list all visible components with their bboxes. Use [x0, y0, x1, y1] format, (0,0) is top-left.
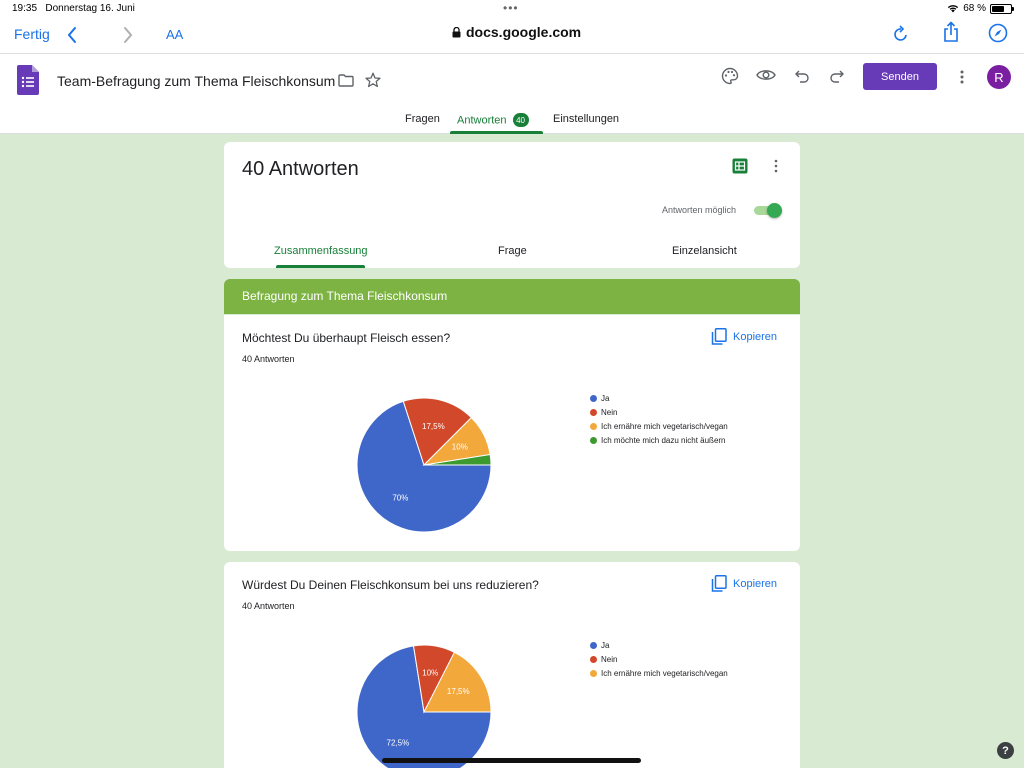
copy-icon — [711, 328, 727, 345]
copy-label: Kopieren — [733, 330, 778, 343]
tab-responses[interactable]: Antworten 40 — [457, 113, 529, 127]
star-icon[interactable] — [365, 72, 381, 88]
tab-questions[interactable]: Fragen — [405, 113, 440, 125]
tab-responses-label: Antworten — [457, 114, 507, 127]
active-subtab-indicator — [276, 265, 365, 268]
legend-label: Ja — [601, 393, 610, 403]
responses-summary-card: 40 Antworten Antworten möglich Zusammenf… — [224, 142, 800, 268]
share-icon[interactable] — [942, 21, 960, 43]
section-header: Befragung zum Thema Fleischkonsum — [224, 279, 800, 314]
lock-icon — [452, 26, 461, 37]
legend-item: Nein — [590, 405, 728, 419]
multitasking-dots-icon[interactable]: ••• — [503, 1, 519, 15]
redo-icon[interactable] — [829, 69, 845, 83]
accepting-responses-toggle[interactable] — [754, 203, 782, 218]
slice-label: 70% — [392, 494, 408, 503]
response-count: 40 Antworten — [242, 354, 295, 364]
slice-label: 10% — [422, 668, 438, 677]
tab-question[interactable]: Frage — [498, 245, 527, 257]
slice-label: 17,5% — [422, 422, 445, 431]
legend-swatch — [590, 669, 597, 677]
legend-item: Ja — [590, 391, 728, 405]
copy-icon — [711, 575, 727, 592]
legend-label: Nein — [601, 654, 618, 664]
question-card: Möchtest Du überhaupt Fleisch essen? 40 … — [224, 315, 800, 551]
question-title: Würdest Du Deinen Fleischkonsum bei uns … — [242, 578, 539, 592]
send-button[interactable]: Senden — [863, 63, 937, 90]
palette-icon[interactable] — [721, 67, 739, 85]
legend-label: Ich ernähre mich vegetarisch/vegan — [601, 421, 728, 431]
response-count: 40 Antworten — [242, 601, 295, 611]
wifi-icon — [948, 5, 959, 13]
document-title[interactable]: Team-Befragung zum Thema Fleischkonsum — [57, 73, 335, 89]
main-tabs: Fragen Antworten 40 Einstellungen — [0, 110, 1024, 134]
legend-label: Ich möchte mich dazu nicht äußern — [601, 435, 726, 445]
status-bar: 19:35 Donnerstag 16. Juni ••• 68 % — [0, 0, 1024, 18]
legend-item: Nein — [590, 652, 728, 666]
active-tab-indicator — [450, 131, 543, 134]
done-button[interactable]: Fertig — [14, 26, 50, 42]
legend-swatch — [590, 408, 597, 416]
browser-toolbar: Fertig AA docs.google.com — [0, 18, 1024, 54]
chart-legend: Ja Nein Ich ernähre mich vegetarisch/vegan — [590, 638, 728, 680]
folder-icon[interactable] — [338, 74, 354, 87]
copy-chart-button[interactable]: Kopieren — [711, 575, 777, 592]
battery-icon — [990, 3, 1014, 14]
help-icon[interactable]: ? — [997, 742, 1014, 759]
battery-percent: 68 % — [963, 3, 986, 14]
legend-item: Ich ernähre mich vegetarisch/vegan — [590, 666, 728, 680]
slice-label: 17,5% — [447, 687, 470, 696]
legend-label: Nein — [601, 407, 618, 417]
forward-chevron-icon[interactable] — [120, 24, 136, 46]
undo-icon[interactable] — [794, 69, 810, 83]
forms-header: Team-Befragung zum Thema Fleischkonsum S… — [0, 54, 1024, 134]
compass-icon[interactable] — [988, 23, 1008, 43]
pie-chart: 72,5% 10% 17,5% — [356, 644, 492, 768]
copy-chart-button[interactable]: Kopieren — [711, 328, 777, 345]
url-text: docs.google.com — [466, 24, 582, 40]
pie-chart: 70% 17,5% 10% — [356, 397, 492, 533]
legend-swatch — [590, 422, 597, 430]
preview-eye-icon[interactable] — [756, 68, 776, 82]
legend-item: Ich ernähre mich vegetarisch/vegan — [590, 419, 728, 433]
legend-swatch — [590, 655, 597, 663]
text-size-button[interactable]: AA — [166, 27, 183, 42]
tab-summary[interactable]: Zusammenfassung — [274, 245, 368, 257]
status-time: 19:35 Donnerstag 16. Juni — [12, 3, 135, 14]
responses-count-badge: 40 — [512, 113, 529, 127]
back-chevron-icon[interactable] — [64, 24, 80, 46]
legend-item: Ja — [590, 638, 728, 652]
responses-title: 40 Antworten — [242, 158, 359, 180]
copy-label: Kopieren — [733, 577, 778, 590]
tab-settings[interactable]: Einstellungen — [553, 113, 619, 125]
tab-individual[interactable]: Einzelansicht — [672, 245, 737, 257]
reload-icon[interactable] — [892, 24, 910, 44]
avatar[interactable]: R — [987, 65, 1011, 89]
chart-legend: Ja Nein Ich ernähre mich vegetarisch/vegan… — [590, 391, 728, 447]
sheets-link-icon[interactable] — [732, 158, 748, 174]
slice-label: 10% — [452, 443, 468, 452]
legend-item: Ich möchte mich dazu nicht äußern — [590, 433, 728, 447]
more-vert-icon[interactable] — [773, 159, 779, 173]
legend-swatch — [590, 394, 597, 402]
forms-logo-icon[interactable] — [17, 65, 39, 95]
legend-label: Ja — [601, 640, 610, 650]
address-bar[interactable]: docs.google.com — [452, 24, 581, 40]
legend-swatch — [590, 641, 597, 649]
accepting-responses-label: Antworten möglich — [662, 205, 737, 215]
legend-swatch — [590, 436, 597, 444]
slice-label: 72,5% — [387, 739, 410, 748]
more-vert-icon[interactable] — [958, 69, 966, 85]
home-indicator[interactable] — [382, 758, 641, 763]
legend-label: Ich ernähre mich vegetarisch/vegan — [601, 668, 728, 678]
status-date: Donnerstag 16. Juni — [45, 3, 135, 14]
question-title: Möchtest Du überhaupt Fleisch essen? — [242, 331, 451, 345]
question-card: Würdest Du Deinen Fleischkonsum bei uns … — [224, 562, 800, 768]
